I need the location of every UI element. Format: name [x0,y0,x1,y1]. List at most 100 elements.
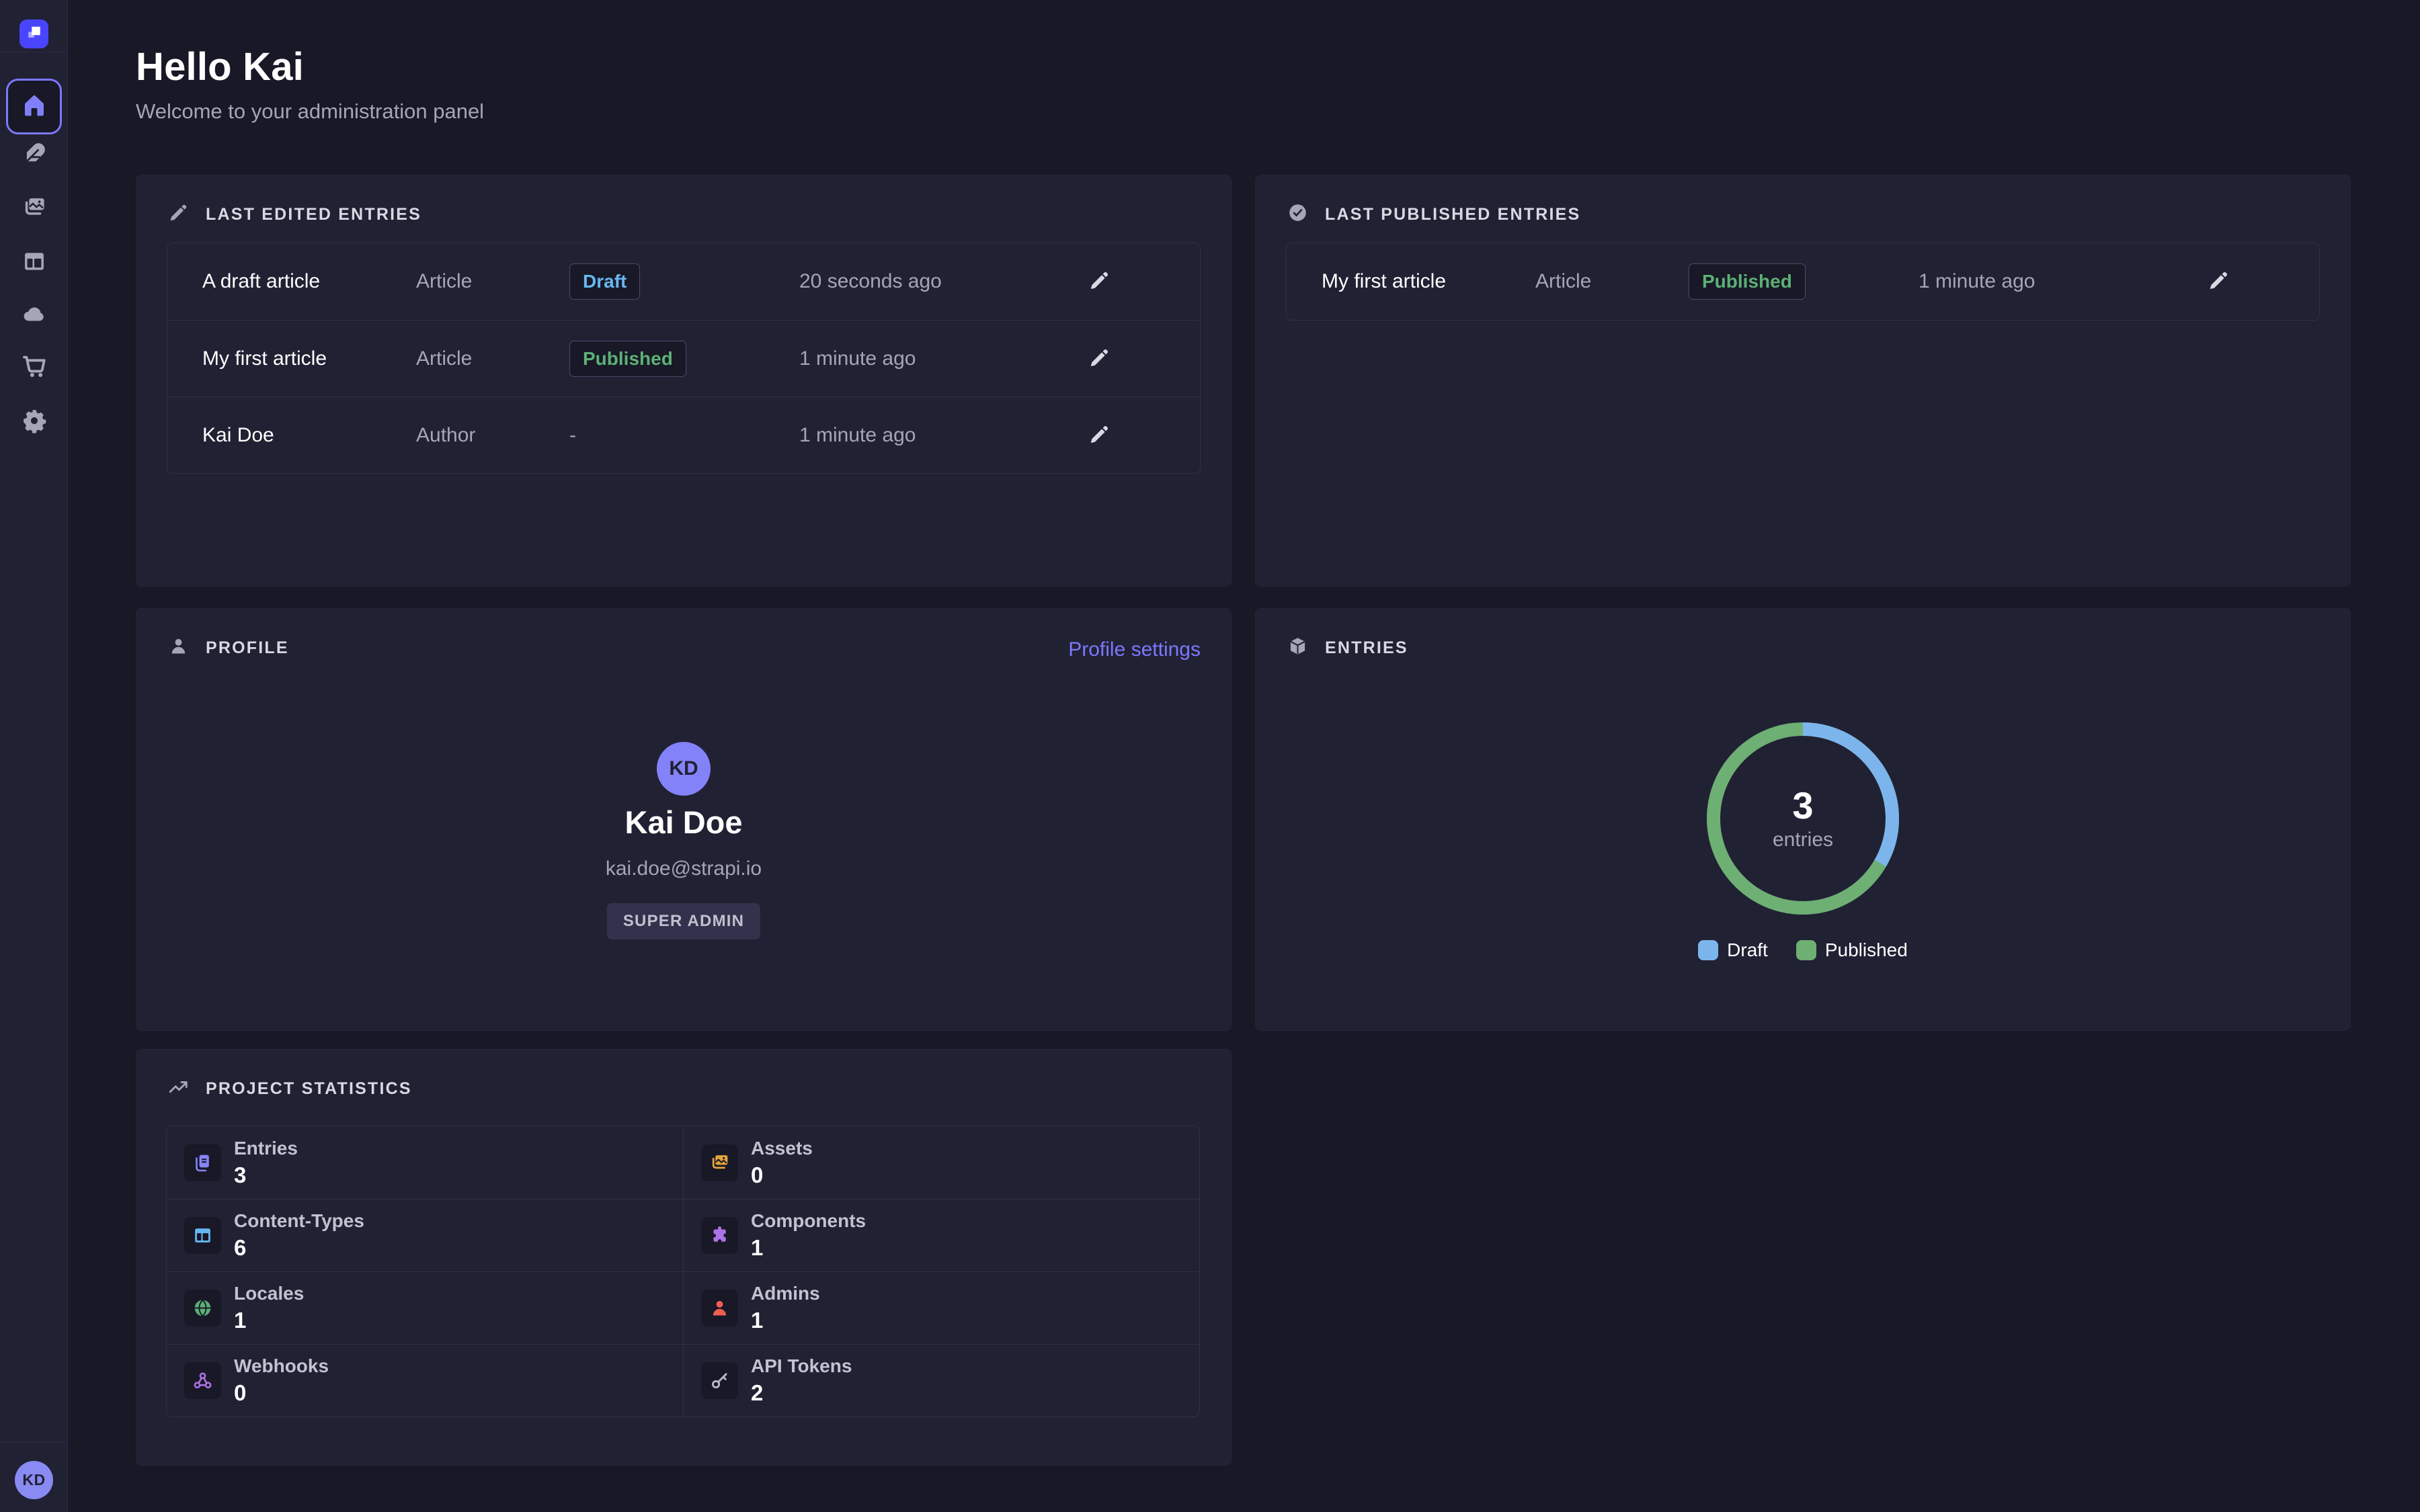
stat-locales: Locales 1 [167,1271,683,1344]
profile-settings-link[interactable]: Profile settings [1068,638,1201,661]
panel-header: PROJECT STATISTICS [168,1077,412,1101]
layout-icon [22,249,47,276]
panel-title: ENTRIES [1325,638,1408,658]
panel-header: LAST EDITED ENTRIES [168,202,421,226]
edit-entry-button[interactable] [1088,347,1111,371]
table-row: Kai Doe Author - 1 minute ago [167,396,1200,473]
strapi-logo[interactable] [19,19,48,48]
images-icon [701,1144,738,1181]
sidebar-item-deploy[interactable] [20,301,48,329]
panel-title: PROJECT STATISTICS [206,1079,412,1099]
status-empty: - [569,424,576,446]
sidebar-item-marketplace[interactable] [20,353,48,381]
stat-admins: Admins 1 [683,1271,1199,1344]
entry-time: 20 seconds ago [799,270,1088,293]
stat-content-types: Content-Types 6 [167,1199,683,1271]
cloud-icon [22,301,47,329]
trending-up-icon [168,1077,189,1101]
strapi-admin-dashboard: KD Hello Kai Welcome to your administrat… [0,0,2420,1512]
profile-panel: PROFILE Profile settings KD Kai Doe kai.… [136,608,1232,1031]
stat-label: API Tokens [751,1355,852,1377]
entry-time: 1 minute ago [799,424,1088,447]
stat-label: Components [751,1210,866,1232]
sidebar-item-content-manager[interactable] [20,141,48,169]
entry-name: My first article [1322,270,1535,293]
gear-icon [22,408,47,435]
sidebar-item-home[interactable] [6,79,62,134]
entries-panel: ENTRIES 3 entries Draft Published [1255,608,2351,1031]
last-published-table: My first article Article Published 1 min… [1286,243,2320,321]
panel-title: PROFILE [206,638,289,658]
legend-swatch-draft [1698,940,1718,960]
edit-entry-button[interactable] [1088,269,1111,294]
user-icon [168,636,189,660]
sidebar-item-media-library[interactable] [20,195,48,222]
user-icon [701,1290,738,1327]
stat-label: Webhooks [234,1355,329,1377]
home-icon [20,91,48,122]
entries-donut-chart: 3 entries [1702,718,1904,919]
stat-value: 1 [234,1308,304,1333]
page-title: Hello Kai [136,44,304,89]
stat-components: Components 1 [683,1199,1199,1271]
sidebar-item-settings[interactable] [20,408,48,435]
status-badge-published: Published [1689,263,1806,300]
pencil-icon [1088,347,1111,371]
legend-item-draft: Draft [1698,939,1768,961]
entry-type: Article [1535,270,1689,293]
check-circle-icon [1287,202,1308,226]
stat-value: 1 [751,1235,866,1261]
legend-label: Published [1825,939,1908,961]
panel-title: LAST EDITED ENTRIES [206,205,421,224]
legend-item-published: Published [1796,939,1908,961]
edit-entry-button[interactable] [1088,423,1111,448]
stat-value: 6 [234,1235,364,1261]
entries-unit: entries [1773,829,1833,851]
puzzle-icon [701,1217,738,1254]
stat-value: 1 [751,1308,820,1333]
stat-label: Admins [751,1283,820,1304]
images-icon [22,195,47,222]
docs-icon [184,1144,221,1181]
table-row: A draft article Article Draft 20 seconds… [167,243,1200,320]
legend-swatch-published [1796,940,1816,960]
pencil-icon [2208,269,2230,294]
profile-avatar: KD [657,742,711,796]
table-row: My first article Article Published 1 min… [167,320,1200,396]
status-badge-published: Published [569,341,686,377]
entry-type: Article [416,270,569,293]
stat-label: Entries [234,1138,298,1159]
pencil-icon [1088,269,1111,294]
sidebar-divider [0,1442,67,1443]
stat-value: 3 [234,1163,298,1188]
edit-entry-button[interactable] [2208,269,2230,294]
stat-label: Content-Types [234,1210,364,1232]
last-edited-table: A draft article Article Draft 20 seconds… [167,243,1201,474]
entry-name: A draft article [202,270,416,293]
page-subtitle: Welcome to your administration panel [136,99,484,124]
last-edited-entries-panel: LAST EDITED ENTRIES A draft article Arti… [136,175,1232,587]
stat-value: 2 [751,1380,852,1406]
profile-name: Kai Doe [136,804,1231,841]
panel-header: PROFILE [168,636,289,660]
donut-center-label: 3 entries [1702,718,1904,919]
user-avatar[interactable]: KD [15,1461,53,1499]
panel-header: LAST PUBLISHED ENTRIES [1287,202,1580,226]
chart-legend: Draft Published [1256,939,2350,961]
role-badge: SUPER ADMIN [607,903,760,939]
panel-title: LAST PUBLISHED ENTRIES [1325,205,1580,224]
webhook-icon [184,1362,221,1399]
stat-label: Locales [234,1283,304,1304]
globe-icon [184,1290,221,1327]
last-published-entries-panel: LAST PUBLISHED ENTRIES My first article … [1255,175,2351,587]
entry-name: My first article [202,347,416,370]
stat-label: Assets [751,1138,813,1159]
stat-entries: Entries 3 [167,1126,683,1199]
stat-assets: Assets 0 [683,1126,1199,1199]
panel-header: ENTRIES [1287,636,1408,660]
feather-icon [22,141,47,169]
sidebar-item-content-type-builder[interactable] [20,249,48,276]
profile-email: kai.doe@strapi.io [136,857,1231,880]
stat-webhooks: Webhooks 0 [167,1344,683,1417]
strapi-logo-icon [24,23,44,45]
